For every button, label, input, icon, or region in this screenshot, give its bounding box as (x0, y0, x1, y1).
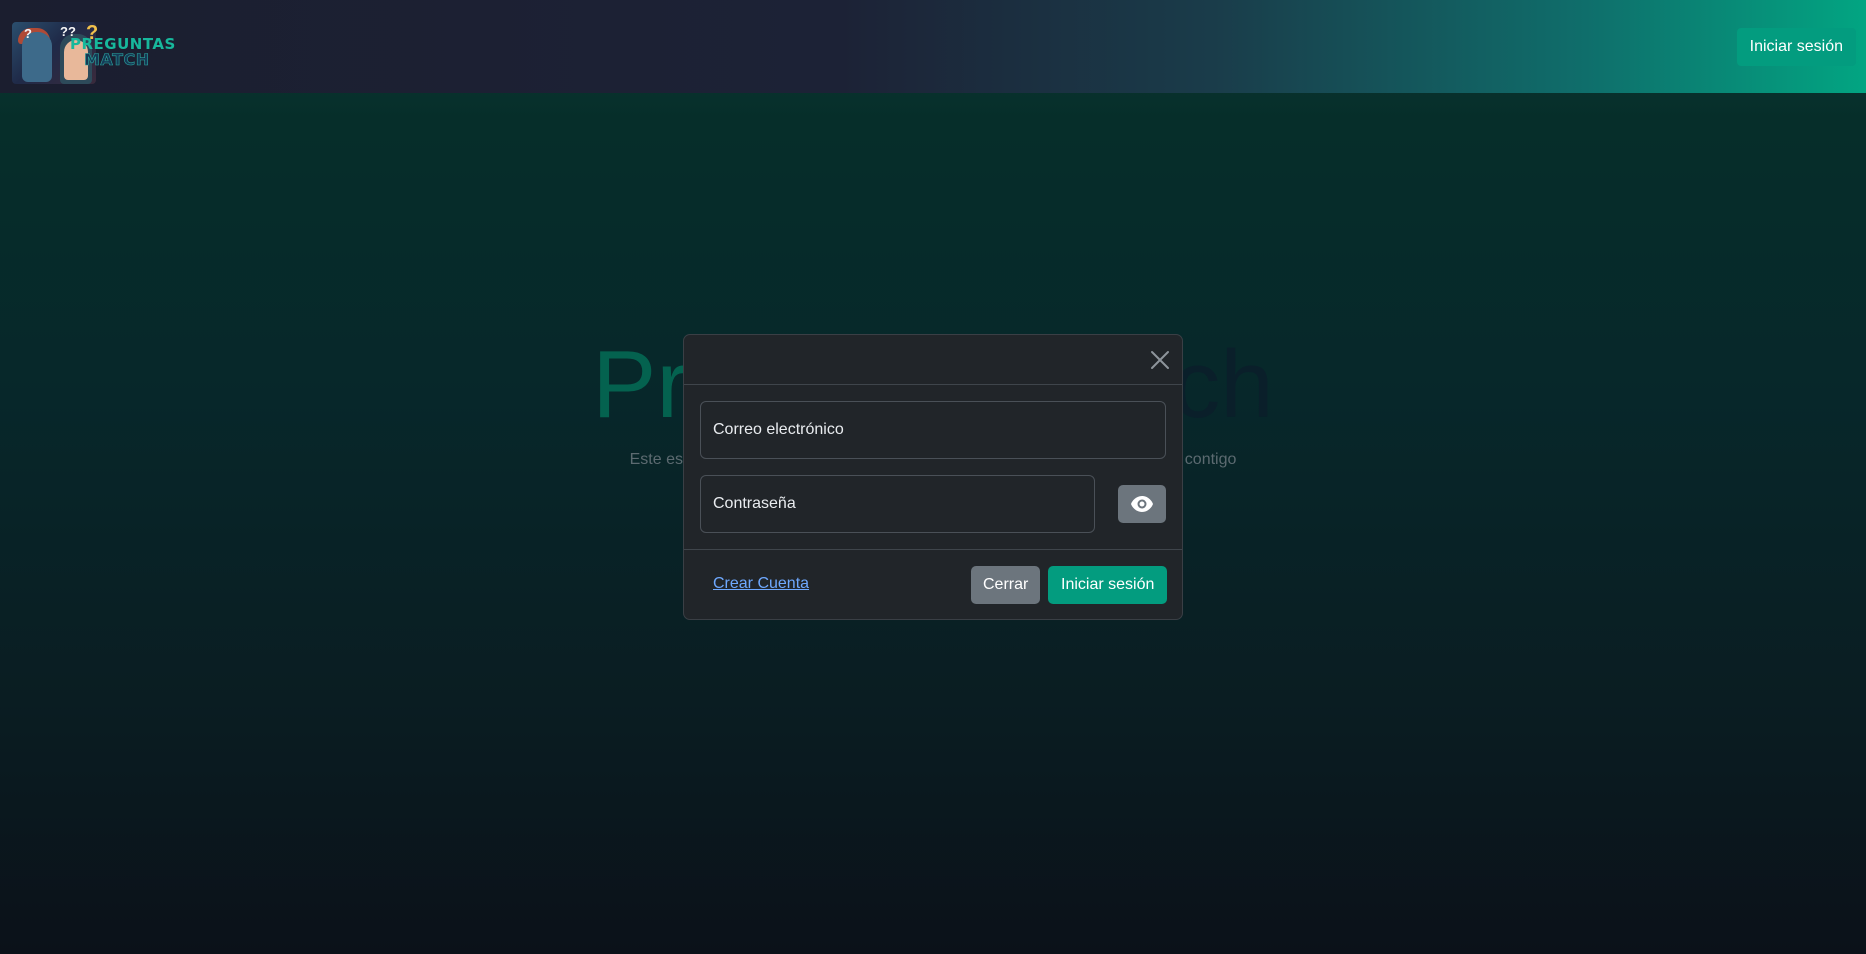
login-button[interactable]: Iniciar sesión (1048, 566, 1168, 604)
eye-icon (1131, 496, 1153, 512)
modal-footer: Crear Cuenta Cerrar Iniciar sesión (684, 549, 1182, 620)
hero-title-start: Pr (592, 331, 689, 438)
logo-line2: MATCH (84, 49, 150, 69)
navbar: ? ?? ? PREGUNTAS MATCH Iniciar sesión (0, 0, 1866, 93)
logo-wordmark: PREGUNTAS MATCH (70, 36, 176, 68)
nav-login-button[interactable]: Iniciar sesión (1736, 27, 1856, 66)
modal-body: Correo electrónico Contraseña (684, 385, 1182, 549)
hero-title-end: ch (1172, 331, 1274, 438)
toggle-password-button[interactable] (1118, 485, 1166, 523)
password-field[interactable]: Contraseña (700, 475, 1095, 533)
modal-close-button[interactable] (1148, 348, 1172, 372)
modal-header (684, 335, 1182, 385)
login-modal: Correo electrónico Contraseña Crear Cuen… (683, 334, 1183, 620)
close-button[interactable]: Cerrar (971, 566, 1041, 604)
create-account-link[interactable]: Crear Cuenta (713, 575, 809, 593)
logo[interactable]: ? ?? ? PREGUNTAS MATCH (12, 8, 175, 86)
close-icon (1151, 351, 1169, 369)
email-field[interactable]: Correo electrónico (700, 401, 1166, 459)
